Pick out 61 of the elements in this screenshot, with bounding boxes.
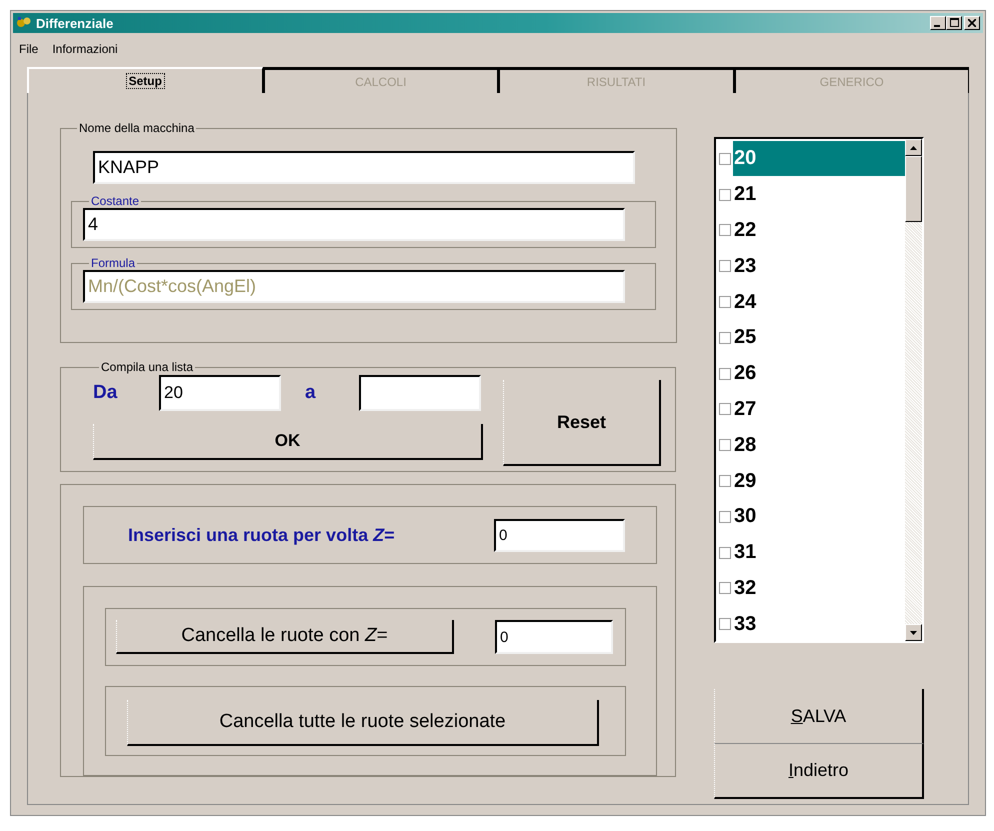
- list-item[interactable]: 26: [716, 356, 905, 392]
- checkbox[interactable]: [719, 260, 731, 272]
- list-item[interactable]: 23: [716, 248, 905, 284]
- delete-all-button[interactable]: Cancella tutte le ruote selezionate: [127, 700, 599, 746]
- window-title: Differenziale: [36, 16, 114, 30]
- input-field[interactable]: [359, 375, 481, 411]
- list-item[interactable]: 30: [716, 498, 905, 535]
- input-field[interactable]: 4: [83, 208, 625, 241]
- checkbox[interactable]: [719, 224, 731, 236]
- checkbox[interactable]: [719, 368, 731, 380]
- group-label: Compila una lista: [100, 360, 194, 374]
- checkbox[interactable]: [719, 296, 731, 308]
- minimize-button[interactable]: [930, 16, 946, 30]
- scroll-thumb[interactable]: [905, 156, 922, 222]
- list-item[interactable]: 24: [716, 284, 905, 320]
- checkbox[interactable]: [719, 546, 731, 559]
- tab[interactable]: Setup: [27, 67, 262, 93]
- checkbox[interactable]: [719, 510, 731, 523]
- scroll-down-button[interactable]: [905, 624, 922, 641]
- checkbox[interactable]: [719, 152, 731, 165]
- ok-button[interactable]: OK: [93, 424, 483, 460]
- list-item[interactable]: 22: [716, 212, 905, 248]
- checkbox[interactable]: [719, 475, 731, 488]
- group-label: Costante: [90, 194, 140, 208]
- list-item[interactable]: 29: [716, 463, 905, 499]
- checkbox[interactable]: [719, 439, 731, 452]
- reset-button[interactable]: Reset: [503, 380, 661, 466]
- list-item[interactable]: 25: [716, 320, 905, 356]
- list-item[interactable]: 32: [716, 570, 905, 606]
- maximize-button[interactable]: [946, 16, 962, 30]
- checkbox[interactable]: [719, 618, 731, 630]
- input-field[interactable]: 0: [494, 518, 625, 552]
- list-item[interactable]: 33: [716, 606, 905, 642]
- delete-button[interactable]: Cancella le ruote con Z=: [116, 620, 454, 654]
- down-arrow-icon: [910, 630, 917, 634]
- maximize-icon: [950, 18, 958, 27]
- close-button[interactable]: [964, 16, 980, 30]
- menu-item[interactable]: File: [19, 42, 38, 60]
- list-item[interactable]: 28: [716, 427, 905, 464]
- list-item[interactable]: 31: [716, 534, 905, 571]
- checkbox[interactable]: [719, 188, 731, 201]
- scroll-up-button[interactable]: [905, 139, 922, 156]
- from-label: Da: [93, 382, 118, 404]
- back-button[interactable]: Indietro: [714, 744, 924, 799]
- save-button[interactable]: SALVA: [714, 689, 924, 744]
- list-item[interactable]: 27: [716, 392, 905, 428]
- up-arrow-icon: [910, 146, 917, 150]
- group-label: Nome della macchina: [78, 121, 196, 135]
- checkbox[interactable]: [719, 403, 731, 416]
- checkbox[interactable]: [719, 332, 731, 344]
- input-field[interactable]: 0: [495, 620, 613, 654]
- group-label: Formula: [90, 256, 136, 270]
- scrollbar[interactable]: [905, 139, 922, 641]
- close-icon: [968, 19, 976, 27]
- input-field[interactable]: 20: [159, 375, 281, 411]
- insert-label: Inserisci una ruota per volta Z=: [128, 524, 396, 546]
- list-item[interactable]: 21: [716, 176, 905, 213]
- menu-item[interactable]: Informazioni: [52, 42, 118, 60]
- to-label: a: [305, 382, 317, 404]
- checkbox[interactable]: [719, 582, 731, 594]
- input-field[interactable]: KNAPP: [93, 151, 635, 184]
